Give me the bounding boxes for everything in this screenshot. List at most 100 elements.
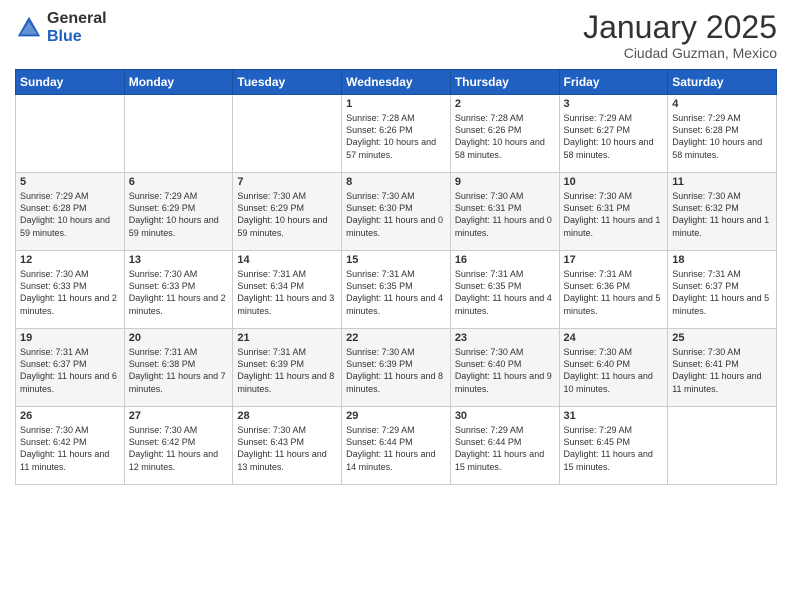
day-number: 19: [20, 332, 120, 344]
calendar-cell: 25 Sunrise: 7:30 AM Sunset: 6:41 PM Dayli…: [668, 329, 777, 407]
day-info: Sunrise: 7:29 AM Sunset: 6:29 PM Dayligh…: [129, 190, 229, 239]
col-friday: Friday: [559, 70, 668, 95]
calendar-cell: 17Sunrise: 7:31 AM Sunset: 6:36 PM Dayli…: [559, 251, 668, 329]
day-number: 25: [672, 332, 772, 344]
day-number: 13: [129, 254, 229, 266]
calendar: Sunday Monday Tuesday Wednesday Thursday…: [15, 69, 777, 485]
calendar-cell: 10 Sunrise: 7:30 AM Sunset: 6:31 PM Dayli…: [559, 173, 668, 251]
header: General Blue January 2025 Ciudad Guzman,…: [15, 10, 777, 61]
day-info: Sunrise: 7:31 AM Sunset: 6:35 PM Dayligh…: [346, 268, 446, 317]
calendar-cell: 24Sunrise: 7:30 AM Sunset: 6:40 PM Dayli…: [559, 329, 668, 407]
day-info: Sunrise: 7:30 AM Sunset: 6:43 PM Dayligh…: [237, 424, 337, 473]
calendar-cell: [16, 95, 125, 173]
calendar-cell: 1 Sunrise: 7:28 AM Sunset: 6:26 PM Daylig…: [342, 95, 451, 173]
day-number: 14: [237, 254, 337, 266]
calendar-cell: 18 Sunrise: 7:31 AM Sunset: 6:37 PM Dayli…: [668, 251, 777, 329]
calendar-cell: 28 Sunrise: 7:30 AM Sunset: 6:43 PM Dayli…: [233, 407, 342, 485]
subtitle: Ciudad Guzman, Mexico: [583, 45, 777, 61]
calendar-week-2: 12 Sunrise: 7:30 AM Sunset: 6:33 PM Dayli…: [16, 251, 777, 329]
calendar-cell: [233, 95, 342, 173]
day-number: 7: [237, 176, 337, 188]
day-number: 8: [346, 176, 446, 188]
day-number: 2: [455, 98, 555, 110]
day-number: 5: [20, 176, 120, 188]
day-info: Sunrise: 7:30 AM Sunset: 6:31 PM Dayligh…: [564, 190, 664, 239]
day-info: Sunrise: 7:30 AM Sunset: 6:40 PM Dayligh…: [455, 346, 555, 395]
calendar-cell: 29Sunrise: 7:29 AM Sunset: 6:44 PM Dayli…: [342, 407, 451, 485]
calendar-week-1: 5 Sunrise: 7:29 AM Sunset: 6:28 PM Daylig…: [16, 173, 777, 251]
day-info: Sunrise: 7:31 AM Sunset: 6:36 PM Dayligh…: [564, 268, 664, 317]
day-info: Sunrise: 7:30 AM Sunset: 6:41 PM Dayligh…: [672, 346, 772, 395]
day-number: 18: [672, 254, 772, 266]
day-info: Sunrise: 7:30 AM Sunset: 6:33 PM Dayligh…: [129, 268, 229, 317]
day-info: Sunrise: 7:29 AM Sunset: 6:28 PM Dayligh…: [20, 190, 120, 239]
logo-text: General Blue: [47, 10, 107, 45]
month-title: January 2025: [583, 10, 777, 45]
calendar-cell: 21Sunrise: 7:31 AM Sunset: 6:39 PM Dayli…: [233, 329, 342, 407]
calendar-week-0: 1 Sunrise: 7:28 AM Sunset: 6:26 PM Daylig…: [16, 95, 777, 173]
calendar-cell: 11 Sunrise: 7:30 AM Sunset: 6:32 PM Dayli…: [668, 173, 777, 251]
calendar-cell: 30 Sunrise: 7:29 AM Sunset: 6:44 PM Dayli…: [450, 407, 559, 485]
day-info: Sunrise: 7:29 AM Sunset: 6:45 PM Dayligh…: [564, 424, 664, 473]
day-number: 27: [129, 410, 229, 422]
calendar-cell: 2Sunrise: 7:28 AM Sunset: 6:26 PM Daylig…: [450, 95, 559, 173]
title-area: January 2025 Ciudad Guzman, Mexico: [583, 10, 777, 61]
day-info: Sunrise: 7:30 AM Sunset: 6:39 PM Dayligh…: [346, 346, 446, 395]
col-saturday: Saturday: [668, 70, 777, 95]
col-monday: Monday: [124, 70, 233, 95]
logo: General Blue: [15, 10, 107, 45]
day-number: 23: [455, 332, 555, 344]
day-info: Sunrise: 7:30 AM Sunset: 6:42 PM Dayligh…: [129, 424, 229, 473]
calendar-cell: [668, 407, 777, 485]
day-number: 3: [564, 98, 664, 110]
col-tuesday: Tuesday: [233, 70, 342, 95]
day-number: 15: [346, 254, 446, 266]
day-info: Sunrise: 7:30 AM Sunset: 6:30 PM Dayligh…: [346, 190, 446, 239]
calendar-header-row: Sunday Monday Tuesday Wednesday Thursday…: [16, 70, 777, 95]
day-info: Sunrise: 7:29 AM Sunset: 6:28 PM Dayligh…: [672, 112, 772, 161]
col-thursday: Thursday: [450, 70, 559, 95]
day-number: 16: [455, 254, 555, 266]
day-info: Sunrise: 7:31 AM Sunset: 6:37 PM Dayligh…: [672, 268, 772, 317]
day-info: Sunrise: 7:28 AM Sunset: 6:26 PM Dayligh…: [346, 112, 446, 161]
day-info: Sunrise: 7:30 AM Sunset: 6:32 PM Dayligh…: [672, 190, 772, 239]
logo-blue-text: Blue: [47, 28, 107, 46]
day-info: Sunrise: 7:30 AM Sunset: 6:33 PM Dayligh…: [20, 268, 120, 317]
calendar-cell: 6 Sunrise: 7:29 AM Sunset: 6:29 PM Daylig…: [124, 173, 233, 251]
calendar-cell: 12 Sunrise: 7:30 AM Sunset: 6:33 PM Dayli…: [16, 251, 125, 329]
day-info: Sunrise: 7:29 AM Sunset: 6:44 PM Dayligh…: [346, 424, 446, 473]
calendar-cell: 31 Sunrise: 7:29 AM Sunset: 6:45 PM Dayli…: [559, 407, 668, 485]
calendar-week-4: 26 Sunrise: 7:30 AM Sunset: 6:42 PM Dayli…: [16, 407, 777, 485]
day-number: 4: [672, 98, 772, 110]
col-sunday: Sunday: [16, 70, 125, 95]
day-number: 26: [20, 410, 120, 422]
calendar-cell: 5 Sunrise: 7:29 AM Sunset: 6:28 PM Daylig…: [16, 173, 125, 251]
day-info: Sunrise: 7:31 AM Sunset: 6:35 PM Dayligh…: [455, 268, 555, 317]
day-number: 31: [564, 410, 664, 422]
day-info: Sunrise: 7:31 AM Sunset: 6:38 PM Dayligh…: [129, 346, 229, 395]
day-info: Sunrise: 7:30 AM Sunset: 6:31 PM Dayligh…: [455, 190, 555, 239]
page: General Blue January 2025 Ciudad Guzman,…: [0, 0, 792, 612]
day-info: Sunrise: 7:30 AM Sunset: 6:42 PM Dayligh…: [20, 424, 120, 473]
day-number: 10: [564, 176, 664, 188]
calendar-cell: 9Sunrise: 7:30 AM Sunset: 6:31 PM Daylig…: [450, 173, 559, 251]
calendar-cell: 15 Sunrise: 7:31 AM Sunset: 6:35 PM Dayli…: [342, 251, 451, 329]
day-info: Sunrise: 7:30 AM Sunset: 6:40 PM Dayligh…: [564, 346, 664, 395]
calendar-cell: 7 Sunrise: 7:30 AM Sunset: 6:29 PM Daylig…: [233, 173, 342, 251]
calendar-cell: 16 Sunrise: 7:31 AM Sunset: 6:35 PM Dayli…: [450, 251, 559, 329]
day-info: Sunrise: 7:30 AM Sunset: 6:29 PM Dayligh…: [237, 190, 337, 239]
calendar-cell: 14Sunrise: 7:31 AM Sunset: 6:34 PM Dayli…: [233, 251, 342, 329]
day-number: 28: [237, 410, 337, 422]
calendar-cell: 27 Sunrise: 7:30 AM Sunset: 6:42 PM Dayli…: [124, 407, 233, 485]
day-number: 1: [346, 98, 446, 110]
day-info: Sunrise: 7:29 AM Sunset: 6:44 PM Dayligh…: [455, 424, 555, 473]
day-number: 30: [455, 410, 555, 422]
calendar-cell: 4 Sunrise: 7:29 AM Sunset: 6:28 PM Daylig…: [668, 95, 777, 173]
day-number: 12: [20, 254, 120, 266]
day-number: 22: [346, 332, 446, 344]
logo-general-text: General: [47, 10, 107, 28]
day-number: 11: [672, 176, 772, 188]
day-number: 6: [129, 176, 229, 188]
logo-icon: [15, 14, 43, 42]
calendar-cell: 3Sunrise: 7:29 AM Sunset: 6:27 PM Daylig…: [559, 95, 668, 173]
